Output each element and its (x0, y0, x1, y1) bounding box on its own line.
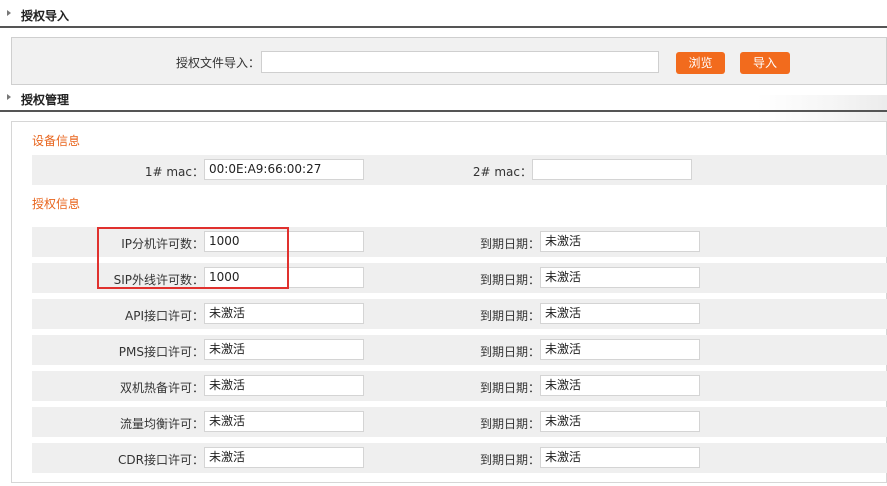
license-value-field[interactable]: 未激活 (204, 303, 364, 324)
expire-label: 到期日期： (479, 453, 540, 467)
management-panel: 设备信息 1# mac： 00:0E:A9:66:00:27 2# mac： 授… (11, 121, 887, 483)
expire-date-field[interactable]: 未激活 (540, 267, 700, 288)
license-label: CDR接口许可： (118, 453, 204, 467)
expire-date-field[interactable]: 未激活 (540, 303, 700, 324)
expire-label: 到期日期： (479, 309, 540, 323)
expire-label: 到期日期： (479, 237, 540, 251)
license-value-field[interactable]: 1000 (204, 231, 364, 252)
license-value-field[interactable]: 未激活 (204, 375, 364, 396)
expire-date-field[interactable]: 未激活 (540, 231, 700, 252)
license-label: PMS接口许可： (118, 345, 204, 359)
license-value-field[interactable]: 未激活 (204, 339, 364, 360)
expire-label: 到期日期： (479, 417, 540, 431)
expire-date-field[interactable]: 未激活 (540, 447, 700, 468)
browse-button[interactable]: 浏览 (676, 52, 725, 74)
license-row: SIP外线许可数： 1000 到期日期： 未激活 (32, 263, 887, 293)
license-value-field[interactable]: 未激活 (204, 447, 364, 468)
license-info-title: 授权信息 (32, 197, 81, 211)
license-label: API接口许可： (125, 309, 204, 323)
import-button[interactable]: 导入 (740, 52, 790, 74)
expire-label: 到期日期： (479, 273, 540, 287)
import-section-header[interactable]: 授权导入 (0, 2, 887, 28)
management-section-title: 授权管理 (21, 93, 70, 107)
expire-date-field[interactable]: 未激活 (540, 339, 700, 360)
mac2-label: 2# mac： (472, 165, 532, 179)
mac1-field[interactable]: 00:0E:A9:66:00:27 (204, 159, 364, 180)
license-row: IP分机许可数： 1000 到期日期： 未激活 (32, 227, 887, 257)
file-path-input[interactable] (261, 51, 659, 73)
expire-label: 到期日期： (479, 345, 540, 359)
device-info-title: 设备信息 (32, 134, 81, 148)
collapse-arrow-icon[interactable] (7, 94, 11, 100)
mac1-label: 1# mac： (144, 165, 204, 179)
license-row: 流量均衡许可： 未激活 到期日期： 未激活 (32, 407, 887, 437)
expire-date-field[interactable]: 未激活 (540, 375, 700, 396)
license-row: PMS接口许可： 未激活 到期日期： 未激活 (32, 335, 887, 365)
mac2-field[interactable] (532, 159, 692, 180)
license-label: IP分机许可数： (121, 237, 204, 251)
import-section-title: 授权导入 (21, 9, 70, 23)
management-section-header[interactable]: 授权管理 (0, 86, 887, 112)
license-row: 双机热备许可： 未激活 到期日期： 未激活 (32, 371, 887, 401)
license-row: CDR接口许可： 未激活 到期日期： 未激活 (32, 443, 887, 473)
expire-date-field[interactable]: 未激活 (540, 411, 700, 432)
collapse-arrow-icon[interactable] (7, 10, 11, 16)
license-value-field[interactable]: 1000 (204, 267, 364, 288)
license-row: API接口许可： 未激活 到期日期： 未激活 (32, 299, 887, 329)
import-panel: 授权文件导入： 浏览 导入 (11, 37, 887, 85)
license-label: SIP外线许可数： (113, 273, 204, 287)
expire-label: 到期日期： (479, 381, 540, 395)
license-value-field[interactable]: 未激活 (204, 411, 364, 432)
license-label: 双机热备许可： (119, 381, 204, 395)
license-label: 流量均衡许可： (119, 417, 204, 431)
mac-row: 1# mac： 00:0E:A9:66:00:27 2# mac： (32, 155, 887, 185)
file-import-label: 授权文件导入： (176, 56, 261, 70)
